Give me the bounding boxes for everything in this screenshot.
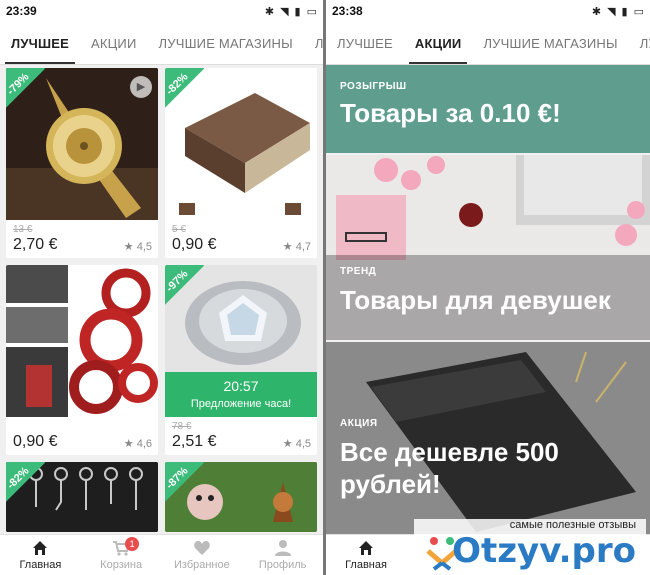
promo-title: Товары для девушек [340,285,611,315]
nav-home-label: Главная [345,559,387,571]
status-time: 23:39 [6,4,37,18]
product-grid: ▶ -79% 13 € 2,70 € ★ 4,5 -82% 5 € 0,90 €… [0,65,323,534]
nav-cart-label: Корзина [100,559,143,571]
signal-icon: ▮ [294,5,301,18]
product-card[interactable]: -97% 20:57 Предложение часа! 78 € 2,51 €… [165,265,317,455]
category-tabs: ЛУЧШЕЕ АКЦИИ ЛУЧШИЕ МАГАЗИНЫ ЛУЧ [326,22,650,65]
promo-title: Товары за 0.10 €! [340,98,561,128]
battery-icon: ▭ [306,5,317,18]
rating: ★ 4,5 [123,241,152,253]
tab-deals[interactable]: АКЦИИ [404,22,473,64]
tab-best-shops[interactable]: ЛУЧШИЕ МАГАЗИНЫ [472,22,628,64]
screenshot: 23:39 ✱ ◥ ▮ ▭ ЛУЧШЕЕ АКЦИИ ЛУЧШИЕ МАГАЗИ… [0,0,650,575]
status-bar: 23:39 ✱ ◥ ▮ ▭ [0,0,323,22]
wifi-icon: ◥ [280,5,289,18]
rating: ★ 4,6 [123,438,152,450]
status-icons: ✱ ◥ ▮ ▭ [592,5,644,18]
old-price: 13 € [13,224,33,235]
rating: ★ 4,5 [282,438,311,450]
product-card[interactable]: -82% [6,462,158,532]
tab-best[interactable]: ЛУЧШЕЕ [0,22,80,64]
tab-best[interactable]: ЛУЧШЕЕ [326,22,404,64]
home-icon [0,539,81,559]
hourly-offer-banner: 20:57 Предложение часа! [165,372,317,417]
tab-more[interactable]: ЛУЧ [629,22,650,64]
category-tabs: ЛУЧШЕЕ АКЦИИ ЛУЧШИЕ МАГАЗИНЫ ЛУЧ [0,22,323,65]
status-time: 23:38 [332,4,363,18]
price: 2,51 € [172,433,217,450]
left-screen: 23:39 ✱ ◥ ▮ ▭ ЛУЧШЕЕ АКЦИИ ЛУЧШИЕ МАГАЗИ… [0,0,323,575]
old-price: 5 € [172,224,186,235]
nav-profile-label: Профиль [258,559,307,571]
nav-home-label: Главная [19,559,62,571]
signal-icon: ▮ [621,5,628,18]
nav-home[interactable]: Главная [0,535,81,575]
wifi-icon: ◥ [607,5,616,18]
status-bar: 23:38 ✱ ◥ ▮ ▭ [326,0,650,22]
price: 0,90 € [172,236,217,253]
promo-banner-sale[interactable]: АКЦИЯ Все дешевле 500 рублей! [326,342,650,534]
bottom-navigation: Главная 1 Корзина Избранное Профиль [0,534,323,575]
status-icons: ✱ ◥ ▮ ▭ [265,5,317,18]
promo-tag: ТРЕНД [340,266,377,277]
sponge-image [165,68,317,220]
price: 2,70 € [13,236,58,253]
product-card[interactable]: ▶ -79% 13 € 2,70 € ★ 4,5 [6,68,158,258]
nav-home[interactable]: Главная [326,535,406,575]
product-card[interactable]: -87% [165,462,317,532]
promo-banner-trend[interactable]: ТРЕНД Товары для девушек [326,155,650,340]
heart-icon [162,539,243,559]
nav-favorites-label: Избранное [174,559,230,571]
promo-tag: РОЗЫГРЫШ [340,81,407,92]
promo-banner-giveaway[interactable]: РОЗЫГРЫШ Товары за 0.10 €! [326,65,650,153]
product-image [165,68,317,220]
play-icon[interactable]: ▶ [130,76,152,98]
watermark-caption: самые полезные отзывы [509,519,636,531]
bluetooth-icon: ✱ [264,5,275,18]
watermark-brand: Otzyv.pro [452,531,636,571]
promo-title: Все дешевле 500 рублей! [340,437,559,499]
rating: ★ 4,7 [282,241,311,253]
tab-more[interactable]: ЛУЧ [304,22,323,64]
battery-icon: ▭ [633,5,644,18]
nav-favorites[interactable]: Избранное [162,535,243,575]
offer-timer: 20:57 [223,378,259,394]
person-icon [242,539,323,559]
watermark: самые полезные отзывы Otzyv.pro [414,519,646,575]
bluetooth-icon: ✱ [591,5,602,18]
right-screen: 23:38 ✱ ◥ ▮ ▭ ЛУЧШЕЕ АКЦИИ ЛУЧШИЕ МАГАЗИ… [326,0,650,575]
tape-image [6,265,158,417]
product-image [6,265,158,417]
product-card[interactable]: -82% 5 € 0,90 € ★ 4,7 [165,68,317,258]
nav-cart[interactable]: 1 Корзина [81,535,162,575]
offer-label: Предложение часа! [190,398,292,410]
product-image: ▶ [6,68,158,220]
price: 0,90 € [13,433,58,450]
tab-deals[interactable]: АКЦИИ [80,22,148,64]
home-icon [326,539,406,559]
promo-tag: АКЦИЯ [340,418,378,429]
nav-profile[interactable]: Профиль [242,535,323,575]
tab-best-shops[interactable]: ЛУЧШИЕ МАГАЗИНЫ [148,22,304,64]
old-price: 78 € [172,421,192,432]
product-card[interactable]: 0,90 € ★ 4,6 [6,265,158,455]
cart-icon [81,539,162,559]
